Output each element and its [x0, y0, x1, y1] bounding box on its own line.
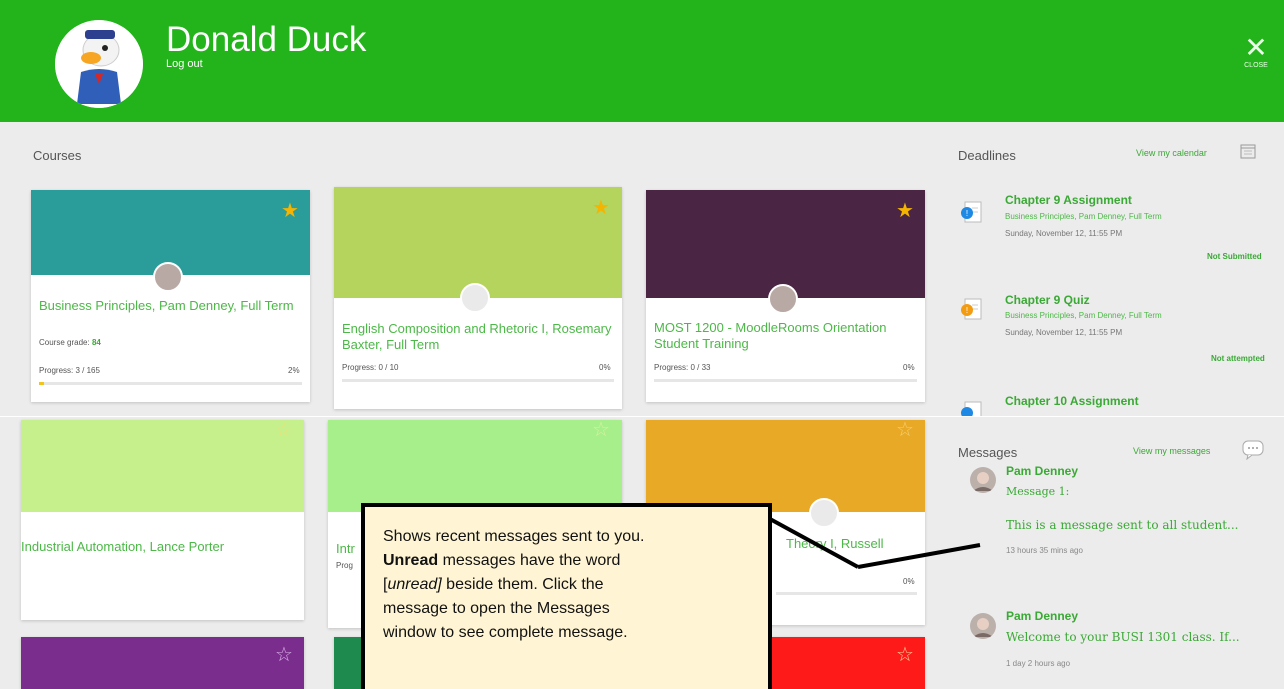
close-label: CLOSE	[1244, 62, 1268, 69]
message-sender[interactable]: Pam Denney	[1006, 609, 1078, 623]
view-messages-link[interactable]: View my messages	[1133, 446, 1210, 456]
callout-unread-italic: unread]	[387, 576, 442, 593]
teacher-avatar	[768, 284, 798, 314]
course-color-band	[646, 190, 925, 298]
callout-line-2: Unread messages have the word	[383, 549, 748, 573]
courses-heading: Courses	[33, 148, 82, 163]
callout-line-3-rest: beside them. Click the	[441, 576, 604, 593]
user-avatar[interactable]	[55, 20, 143, 108]
progress-label: Progress: 3 / 165	[39, 366, 100, 375]
course-card[interactable]: ☆	[21, 637, 304, 689]
grade-value: 84	[91, 338, 101, 347]
assignment-icon	[960, 400, 984, 416]
view-calendar-link[interactable]: View my calendar	[1136, 148, 1207, 158]
callout-line-4: message to open the Messages	[383, 600, 610, 617]
course-color-band	[328, 420, 622, 512]
course-title[interactable]: Industrial Automation, Lance Porter	[21, 539, 296, 555]
section-divider	[0, 416, 1284, 417]
progress-bar	[776, 592, 917, 595]
message-time: 13 hours 35 mins ago	[1006, 546, 1083, 555]
star-filled-icon[interactable]: ★	[281, 201, 299, 221]
course-card[interactable]: ★ English Composition and Rhetoric I, Ro…	[334, 187, 622, 409]
deadline-course[interactable]: Business Principles, Pam Denney, Full Te…	[1005, 212, 1162, 221]
star-filled-icon[interactable]: ★	[896, 201, 914, 221]
star-outline-icon[interactable]: ☆	[896, 420, 914, 440]
message-preview[interactable]: This is a message sent to all student...	[1006, 518, 1239, 532]
sender-avatar	[970, 467, 996, 493]
teacher-avatar	[153, 262, 183, 292]
teacher-avatar	[460, 283, 490, 313]
star-outline-icon[interactable]: ☆	[592, 420, 610, 440]
deadline-status: Not Submitted	[1207, 252, 1262, 261]
callout-line-5: window to see complete message.	[383, 624, 628, 641]
user-name: Donald Duck	[166, 20, 367, 59]
progress-label: Progress: 0 / 10	[342, 363, 399, 372]
grade-label: Course grade:	[39, 338, 90, 347]
star-filled-icon[interactable]: ★	[592, 198, 610, 218]
logout-link[interactable]: Log out	[166, 58, 203, 70]
course-color-band	[21, 420, 304, 512]
course-card[interactable]: ★ Business Principles, Pam Denney, Full …	[31, 190, 310, 402]
deadline-title[interactable]: Chapter 9 Quiz	[1005, 293, 1090, 307]
calendar-icon[interactable]	[1240, 143, 1256, 159]
progress-bar	[342, 379, 614, 382]
header-bar: Donald Duck Log out ✕ CLOSE	[0, 0, 1284, 122]
deadline-course[interactable]: Business Principles, Pam Denney, Full Te…	[1005, 311, 1162, 320]
svg-text:!: !	[966, 306, 968, 315]
callout-line-1: Shows recent messages sent to you.	[383, 528, 645, 545]
progress-label: Progress: 0 / 33	[654, 363, 711, 372]
message-time: 1 day 2 hours ago	[1006, 659, 1071, 668]
deadline-status: Not attempted	[1211, 354, 1265, 363]
star-outline-icon[interactable]: ☆	[275, 645, 293, 665]
deadline-title[interactable]: Chapter 10 Assignment	[1005, 394, 1139, 408]
assignment-icon: !	[960, 200, 984, 224]
course-title[interactable]: Business Principles, Pam Denney, Full Te…	[39, 298, 301, 314]
callout-line-3: [unread] beside them. Click the	[383, 573, 748, 597]
help-callout: Shows recent messages sent to you. Unrea…	[361, 503, 772, 689]
progress-percent: 2%	[288, 366, 300, 375]
message-sender[interactable]: Pam Denney	[1006, 464, 1078, 478]
course-color-band	[646, 420, 925, 512]
messages-heading: Messages	[958, 445, 1018, 460]
course-title[interactable]: Intr	[336, 541, 355, 557]
course-title[interactable]: MOST 1200 - MoodleRooms Orientation Stud…	[654, 320, 916, 352]
progress-label: Prog	[336, 561, 353, 570]
progress-percent: 0%	[903, 363, 915, 372]
chat-bubble-icon[interactable]	[1242, 440, 1264, 461]
star-outline-icon[interactable]: ☆	[275, 420, 293, 440]
sender-avatar	[970, 613, 996, 639]
course-grade: Course grade: 84	[39, 338, 101, 347]
course-color-band	[334, 187, 622, 298]
deadline-date: Sunday, November 12, 11:55 PM	[1005, 328, 1123, 337]
course-card[interactable]: ★ MOST 1200 - MoodleRooms Orientation St…	[646, 190, 925, 402]
message-preview[interactable]: Welcome to your BUSI 1301 class. If...	[1006, 630, 1240, 644]
progress-bar	[39, 382, 302, 385]
course-title[interactable]: English Composition and Rhetoric I, Rose…	[342, 321, 614, 353]
deadlines-heading: Deadlines	[958, 148, 1016, 163]
quiz-icon: !	[960, 297, 984, 321]
deadline-date: Sunday, November 12, 11:55 PM	[1005, 229, 1123, 238]
callout-line-2-rest: messages have the word	[438, 552, 621, 569]
message-subject[interactable]: Message 1:	[1006, 485, 1069, 498]
course-card[interactable]: ☆ Industrial Automation, Lance Porter	[21, 420, 304, 620]
callout-unread-bold: Unread	[383, 552, 439, 569]
svg-text:!: !	[966, 209, 968, 218]
close-icon: ✕	[1244, 32, 1268, 63]
progress-bar	[654, 379, 917, 382]
callout-pointer-line	[769, 517, 981, 569]
deadline-title[interactable]: Chapter 9 Assignment	[1005, 193, 1132, 207]
star-outline-icon[interactable]: ☆	[896, 645, 914, 665]
progress-percent: 0%	[599, 363, 611, 372]
close-button[interactable]: ✕ CLOSE	[1240, 34, 1272, 74]
